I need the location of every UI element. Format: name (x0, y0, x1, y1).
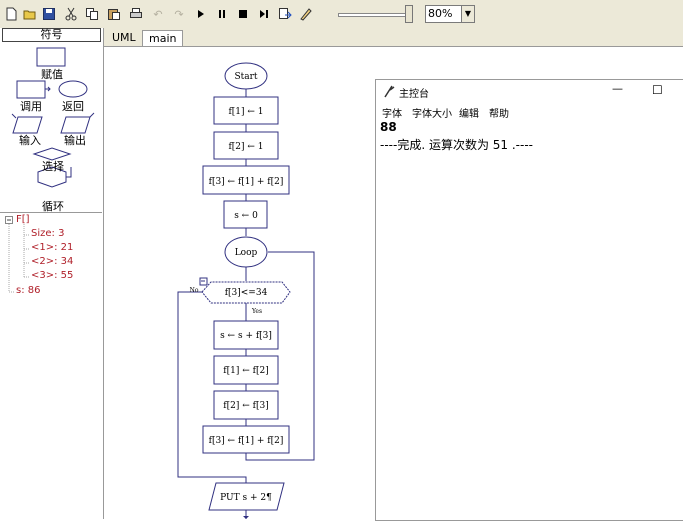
zoom-select[interactable]: 80% ▼ (425, 5, 475, 23)
paste-icon[interactable] (106, 6, 122, 22)
console-title: 主控台 (399, 89, 429, 100)
variable-tree: F[] Size: 3 <1>: 21 <2>: 34 <3>: 55 s: 8… (0, 212, 102, 296)
flow-b1-text: s ← s + f[3] (220, 331, 272, 341)
menu-font[interactable]: 字体 (382, 105, 402, 120)
print-icon[interactable] (128, 6, 144, 22)
flow-b3-text: f[2] ← f[3] (223, 401, 268, 411)
flow-f2-text: f[2] ← 1 (228, 142, 263, 152)
output-label: 输出 (64, 134, 86, 147)
minimize-icon[interactable]: — (612, 82, 623, 95)
console-output-line-1: 88 (380, 120, 397, 134)
flow-f3-text: f[3] ← f[1] + f[2] (209, 177, 284, 187)
run-icon[interactable] (193, 6, 209, 22)
tree-item-2[interactable]: <2>: 34 (31, 256, 73, 267)
flow-f1-text: f[1] ← 1 (228, 107, 263, 117)
tab-main[interactable]: main (142, 30, 184, 46)
return-symbol-icon (58, 80, 88, 98)
copy-icon[interactable] (84, 6, 100, 22)
pause-icon[interactable] (214, 6, 230, 22)
flow-s0-text: s ← 0 (234, 211, 258, 221)
return-label: 返回 (62, 100, 84, 113)
export-icon[interactable] (277, 6, 293, 22)
call-label: 调用 (20, 100, 42, 113)
menu-edit[interactable]: 编辑 (459, 105, 479, 120)
new-file-icon[interactable] (3, 6, 19, 22)
chevron-down-icon[interactable]: ▼ (461, 6, 474, 22)
zoom-slider-track[interactable] (338, 13, 410, 17)
tab-uml[interactable]: UML (106, 30, 142, 45)
edit-pencil-icon[interactable] (298, 6, 314, 22)
flow-b2-text: f[1] ← f[2] (223, 366, 268, 376)
flow-loop-text: Loop (235, 248, 258, 258)
tree-root-f[interactable]: F[] (16, 214, 30, 225)
flow-cond-text: f[3]<=34 (225, 288, 268, 298)
assign-label: 赋值 (41, 68, 63, 81)
flow-start-text: Start (234, 72, 257, 82)
zoom-slider-thumb[interactable] (405, 5, 413, 23)
symbols-header: 符号 (2, 28, 101, 42)
step-icon[interactable] (256, 6, 272, 22)
menu-help[interactable]: 帮助 (489, 105, 509, 120)
tab-bar: UML main (104, 28, 683, 47)
flow-put-text: PUT s + 2¶ (220, 493, 272, 503)
input-label: 输入 (19, 134, 41, 147)
console-titlebar: 主控台 — ☐ (376, 80, 683, 102)
symbol-palette: 赋值 调用 返回 输入 输出 选择 循环 (0, 42, 102, 213)
flow-yes-text: Yes (251, 308, 262, 315)
tree-item-3[interactable]: <3>: 55 (31, 270, 73, 281)
assign-symbol-icon (36, 47, 66, 67)
stop-icon[interactable] (235, 6, 251, 22)
redo-icon[interactable]: ↷ (171, 6, 187, 22)
undo-icon[interactable]: ↶ (150, 6, 166, 22)
console-app-icon (384, 85, 395, 98)
left-panel: 符号 赋值 调用 返回 输入 输出 选择 循环 F[] Size: 3 <1>:… (0, 28, 104, 519)
zoom-value: 80% (428, 7, 453, 20)
toolbar: ↶ ↷ 80% ▼ (0, 0, 683, 29)
menu-font-size[interactable]: 字体大小 (412, 105, 452, 120)
maximize-icon[interactable]: ☐ (652, 83, 663, 97)
select-label: 选择 (42, 160, 64, 173)
console-output-line-2: ----完成. 运算次数为 51 .---- (380, 138, 533, 152)
save-icon[interactable] (41, 6, 57, 22)
call-symbol-icon (16, 80, 46, 99)
output-symbol-icon (60, 116, 91, 134)
cut-icon[interactable] (63, 6, 79, 22)
console-menubar: 字体 字体大小 编辑 帮助 (376, 102, 683, 120)
tree-var-s[interactable]: s: 86 (16, 285, 40, 296)
open-folder-icon[interactable] (22, 6, 38, 22)
tree-item-size[interactable]: Size: 3 (31, 228, 64, 239)
tree-item-1[interactable]: <1>: 21 (31, 242, 73, 253)
input-symbol-icon (12, 116, 43, 134)
flow-b4-text: f[3] ← f[1] + f[2] (209, 436, 284, 446)
console-window: 主控台 — ☐ 字体 字体大小 编辑 帮助 88 ----完成. 运算次数为 5… (375, 79, 683, 521)
flow-no-text: No (190, 287, 199, 294)
